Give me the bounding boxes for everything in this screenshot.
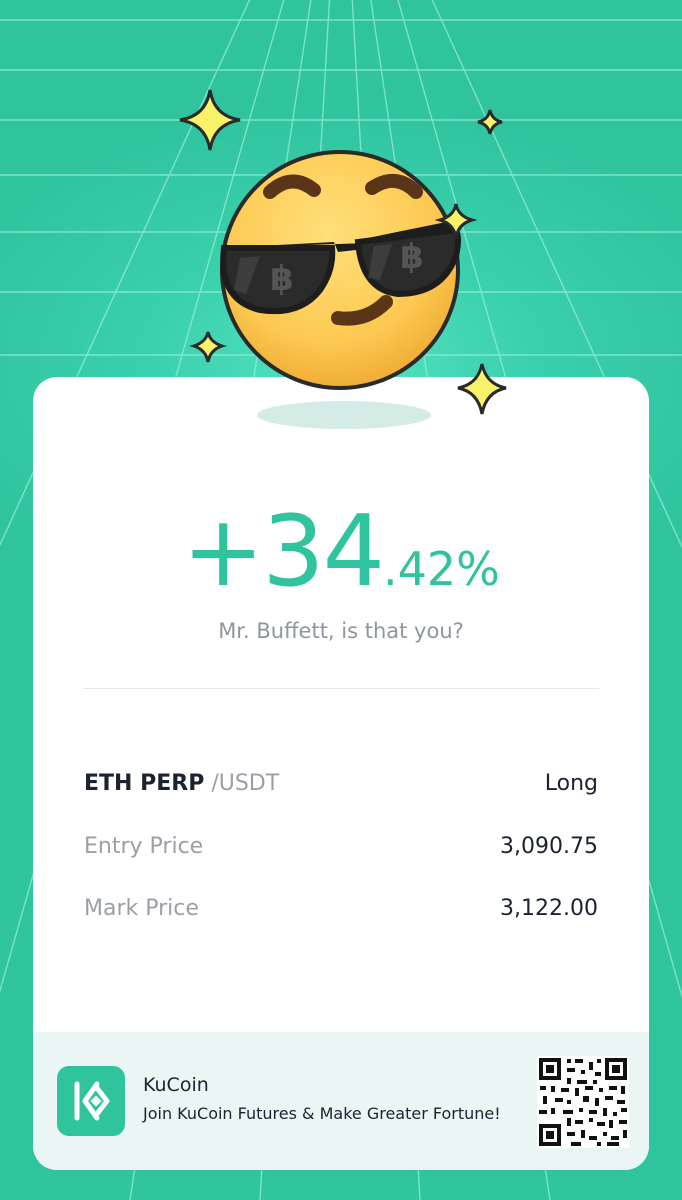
kucoin-logo-icon	[57, 1066, 125, 1136]
mark-price-row: Mark Price 3,122.00	[84, 893, 598, 923]
pair-row: ETH PERP /USDT Long	[84, 768, 598, 798]
entry-price-value: 3,090.75	[500, 833, 598, 859]
caption-text: Mr. Buffett, is that you?	[218, 619, 464, 643]
pnl-integer: +34	[182, 495, 385, 609]
position-side: Long	[544, 770, 598, 796]
pair-base: ETH PERP	[84, 770, 205, 796]
promo-footer: KuCoin Join KuCoin Futures & Make Greate…	[33, 1032, 649, 1170]
mark-price-label: Mark Price	[84, 895, 199, 921]
pnl-percentage: +34.42%	[33, 495, 649, 609]
tagline: Join KuCoin Futures & Make Greater Fortu…	[143, 1104, 501, 1123]
mark-price-value: 3,122.00	[500, 895, 598, 921]
qr-code-icon	[537, 1056, 629, 1148]
pnl-share-card: +34.42% Mr. Buffett, is that you? ETH PE…	[33, 377, 649, 1170]
svg-text:฿: ฿	[270, 259, 294, 299]
divider	[83, 688, 599, 689]
entry-price-row: Entry Price 3,090.75	[84, 831, 598, 861]
pair-quote: /USDT	[211, 770, 280, 796]
brand-name: KuCoin	[143, 1074, 209, 1096]
entry-price-label: Entry Price	[84, 833, 204, 859]
trading-pair: ETH PERP /USDT	[84, 771, 279, 796]
pnl-decimal: .42%	[382, 542, 500, 596]
svg-text:฿: ฿	[400, 237, 424, 277]
sunglasses-emoji-icon: ฿ ฿	[179, 89, 507, 415]
